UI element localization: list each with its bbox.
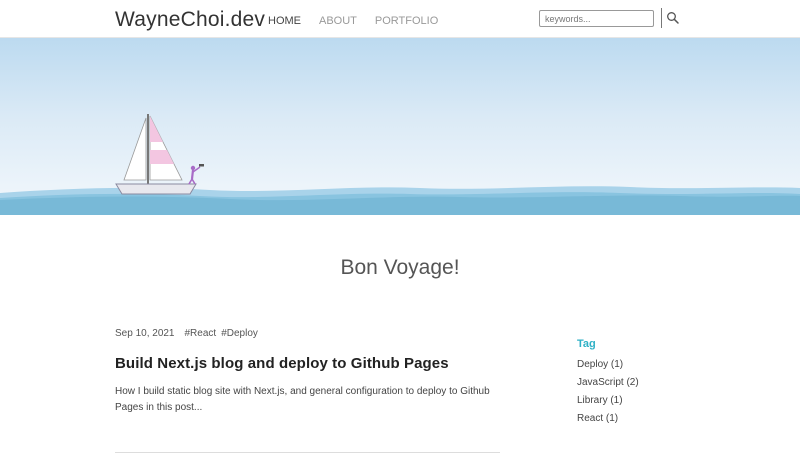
- site-header: WayneChoi.dev HOME ABOUT PORTFOLIO: [0, 0, 800, 38]
- sailboat-illustration: [0, 114, 800, 215]
- sailboat-icon: [115, 114, 204, 195]
- post-date: Sep 10, 2021: [115, 328, 175, 339]
- search-input[interactable]: [539, 10, 654, 27]
- search-button[interactable]: [666, 11, 680, 25]
- post-tag[interactable]: #React: [185, 328, 217, 339]
- page-title: Bon Voyage!: [340, 256, 460, 279]
- post-tags: #React #Deploy: [185, 328, 258, 339]
- post-tag[interactable]: #Deploy: [221, 328, 258, 339]
- person-icon: [188, 164, 204, 185]
- post-meta: Sep 10, 2021 #React #Deploy: [115, 328, 500, 339]
- tag-sidebar: Tag Deploy (1) JavaScript (2) Library (1…: [577, 338, 727, 431]
- post-card: Sep 10, 2021 #React #Deploy Build Next.j…: [115, 328, 500, 416]
- site-logo[interactable]: WayneChoi.dev: [115, 8, 265, 32]
- hero-banner: [0, 38, 800, 215]
- tag-heading: Tag: [577, 338, 596, 350]
- main-nav: HOME ABOUT PORTFOLIO: [268, 15, 456, 27]
- tag-item-javascript[interactable]: JavaScript (2): [577, 377, 727, 388]
- nav-about[interactable]: ABOUT: [319, 15, 357, 27]
- post-title-link[interactable]: Build Next.js blog and deploy to Github …: [115, 355, 500, 372]
- post-divider: [115, 452, 500, 453]
- tag-item-react[interactable]: React (1): [577, 413, 727, 424]
- tag-item-deploy[interactable]: Deploy (1): [577, 359, 727, 370]
- nav-portfolio[interactable]: PORTFOLIO: [375, 15, 438, 27]
- search-icon: [667, 12, 679, 24]
- search-divider: [661, 8, 662, 28]
- post-description: How I build static blog site with Next.j…: [115, 386, 490, 413]
- nav-home[interactable]: HOME: [268, 15, 301, 27]
- tag-item-library[interactable]: Library (1): [577, 395, 727, 406]
